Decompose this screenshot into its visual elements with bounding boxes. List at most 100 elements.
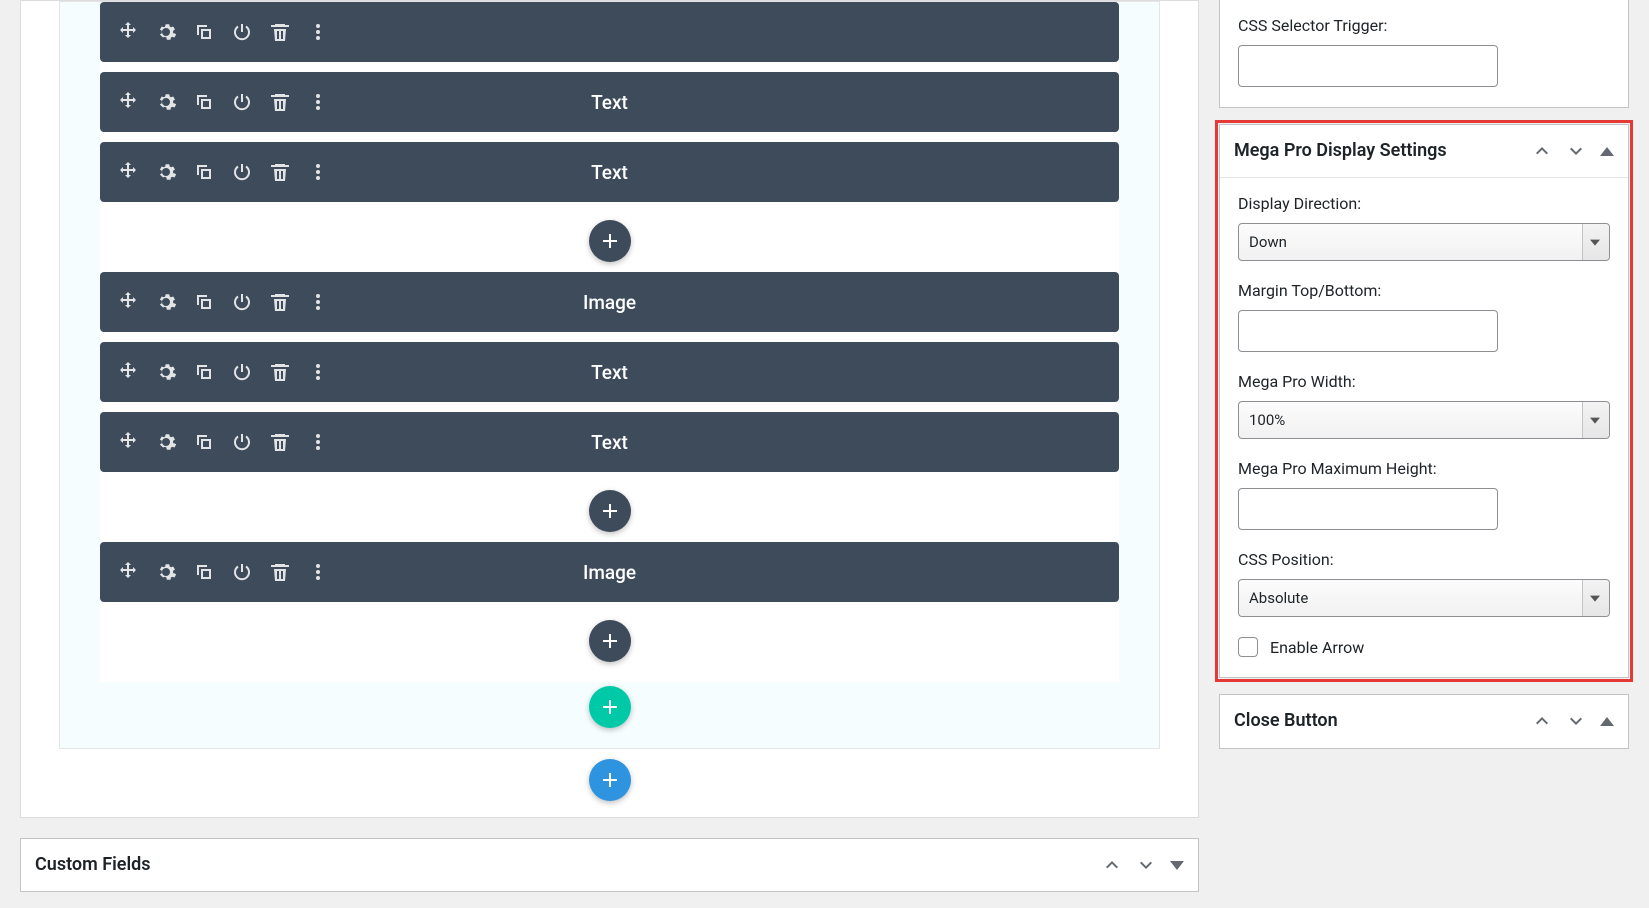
duplicate-icon[interactable] xyxy=(194,92,214,112)
select-value: Absolute xyxy=(1249,589,1308,607)
builder-column: Text Text xyxy=(100,2,1119,682)
gear-icon[interactable] xyxy=(156,432,176,452)
metabox-title: Mega Pro Display Settings xyxy=(1234,139,1532,163)
move-up-icon[interactable] xyxy=(1102,855,1122,875)
module-row[interactable]: Text xyxy=(100,72,1119,132)
gear-icon[interactable] xyxy=(156,92,176,112)
power-icon[interactable] xyxy=(232,432,252,452)
metabox-title: Close Button xyxy=(1234,709,1532,733)
module-row[interactable] xyxy=(100,2,1119,62)
module-toolbar xyxy=(118,92,328,112)
module-row[interactable]: Image xyxy=(100,542,1119,602)
more-icon[interactable] xyxy=(308,162,328,182)
max-height-input[interactable] xyxy=(1238,488,1498,530)
trash-icon[interactable] xyxy=(270,92,290,112)
close-button-metabox: Close Button xyxy=(1219,694,1629,748)
move-down-icon[interactable] xyxy=(1136,855,1156,875)
trash-icon[interactable] xyxy=(270,362,290,382)
module-toolbar xyxy=(118,432,328,452)
metabox-title: Custom Fields xyxy=(35,853,1102,877)
select-value: 100% xyxy=(1249,411,1285,429)
gear-icon[interactable] xyxy=(156,162,176,182)
mega-pro-display-settings-metabox: Mega Pro Display Settings Display Direct… xyxy=(1219,124,1629,678)
more-icon[interactable] xyxy=(308,22,328,42)
module-toolbar xyxy=(118,292,328,312)
css-selector-trigger-input[interactable] xyxy=(1238,45,1498,87)
move-down-icon[interactable] xyxy=(1566,711,1586,731)
trash-icon[interactable] xyxy=(270,292,290,312)
gear-icon[interactable] xyxy=(156,292,176,312)
builder-section: Text Text xyxy=(59,1,1160,749)
power-icon[interactable] xyxy=(232,292,252,312)
add-module-button[interactable] xyxy=(589,620,631,662)
move-icon[interactable] xyxy=(118,162,138,182)
enable-arrow-label: Enable Arrow xyxy=(1270,638,1364,657)
duplicate-icon[interactable] xyxy=(194,362,214,382)
move-icon[interactable] xyxy=(118,22,138,42)
more-icon[interactable] xyxy=(308,562,328,582)
add-row-button[interactable] xyxy=(589,686,631,728)
module-toolbar xyxy=(118,362,328,382)
toggle-panel-icon[interactable] xyxy=(1170,861,1184,870)
add-module-button[interactable] xyxy=(589,220,631,262)
gear-icon[interactable] xyxy=(156,22,176,42)
move-icon[interactable] xyxy=(118,362,138,382)
move-icon[interactable] xyxy=(118,92,138,112)
power-icon[interactable] xyxy=(232,22,252,42)
move-down-icon[interactable] xyxy=(1566,141,1586,161)
module-row[interactable]: Text xyxy=(100,142,1119,202)
more-icon[interactable] xyxy=(308,92,328,112)
trash-icon[interactable] xyxy=(270,562,290,582)
add-section-button[interactable] xyxy=(589,759,631,801)
select-value: Down xyxy=(1249,233,1287,251)
move-up-icon[interactable] xyxy=(1532,711,1552,731)
module-toolbar xyxy=(118,162,328,182)
trash-icon[interactable] xyxy=(270,432,290,452)
toggle-panel-icon[interactable] xyxy=(1600,717,1614,726)
css-position-select[interactable]: Absolute xyxy=(1238,579,1610,617)
power-icon[interactable] xyxy=(232,92,252,112)
power-icon[interactable] xyxy=(232,162,252,182)
chevron-down-icon xyxy=(1590,418,1600,424)
move-icon[interactable] xyxy=(118,562,138,582)
margin-input[interactable] xyxy=(1238,310,1498,352)
duplicate-icon[interactable] xyxy=(194,22,214,42)
module-row[interactable]: Text xyxy=(100,412,1119,472)
duplicate-icon[interactable] xyxy=(194,292,214,312)
module-row[interactable]: Image xyxy=(100,272,1119,332)
enable-arrow-checkbox[interactable] xyxy=(1238,637,1258,657)
duplicate-icon[interactable] xyxy=(194,432,214,452)
trash-icon[interactable] xyxy=(270,162,290,182)
power-icon[interactable] xyxy=(232,362,252,382)
css-selector-trigger-metabox: CSS Selector Trigger: xyxy=(1219,0,1629,108)
display-direction-label: Display Direction: xyxy=(1238,194,1610,213)
css-position-label: CSS Position: xyxy=(1238,550,1610,569)
chevron-down-icon xyxy=(1590,596,1600,602)
builder-panel: Text Text xyxy=(20,0,1199,818)
chevron-down-icon xyxy=(1590,240,1600,246)
width-select[interactable]: 100% xyxy=(1238,401,1610,439)
display-direction-select[interactable]: Down xyxy=(1238,223,1610,261)
add-module-button[interactable] xyxy=(589,490,631,532)
more-icon[interactable] xyxy=(308,362,328,382)
more-icon[interactable] xyxy=(308,432,328,452)
margin-label: Margin Top/Bottom: xyxy=(1238,281,1610,300)
trash-icon[interactable] xyxy=(270,22,290,42)
move-up-icon[interactable] xyxy=(1532,141,1552,161)
power-icon[interactable] xyxy=(232,562,252,582)
gear-icon[interactable] xyxy=(156,362,176,382)
width-label: Mega Pro Width: xyxy=(1238,372,1610,391)
more-icon[interactable] xyxy=(308,292,328,312)
move-icon[interactable] xyxy=(118,432,138,452)
module-toolbar xyxy=(118,562,328,582)
toggle-panel-icon[interactable] xyxy=(1600,147,1614,156)
module-toolbar xyxy=(118,22,328,42)
module-row[interactable]: Text xyxy=(100,342,1119,402)
gear-icon[interactable] xyxy=(156,562,176,582)
custom-fields-metabox: Custom Fields xyxy=(20,838,1199,892)
max-height-label: Mega Pro Maximum Height: xyxy=(1238,459,1610,478)
move-icon[interactable] xyxy=(118,292,138,312)
css-selector-trigger-label: CSS Selector Trigger: xyxy=(1238,16,1610,35)
duplicate-icon[interactable] xyxy=(194,562,214,582)
duplicate-icon[interactable] xyxy=(194,162,214,182)
